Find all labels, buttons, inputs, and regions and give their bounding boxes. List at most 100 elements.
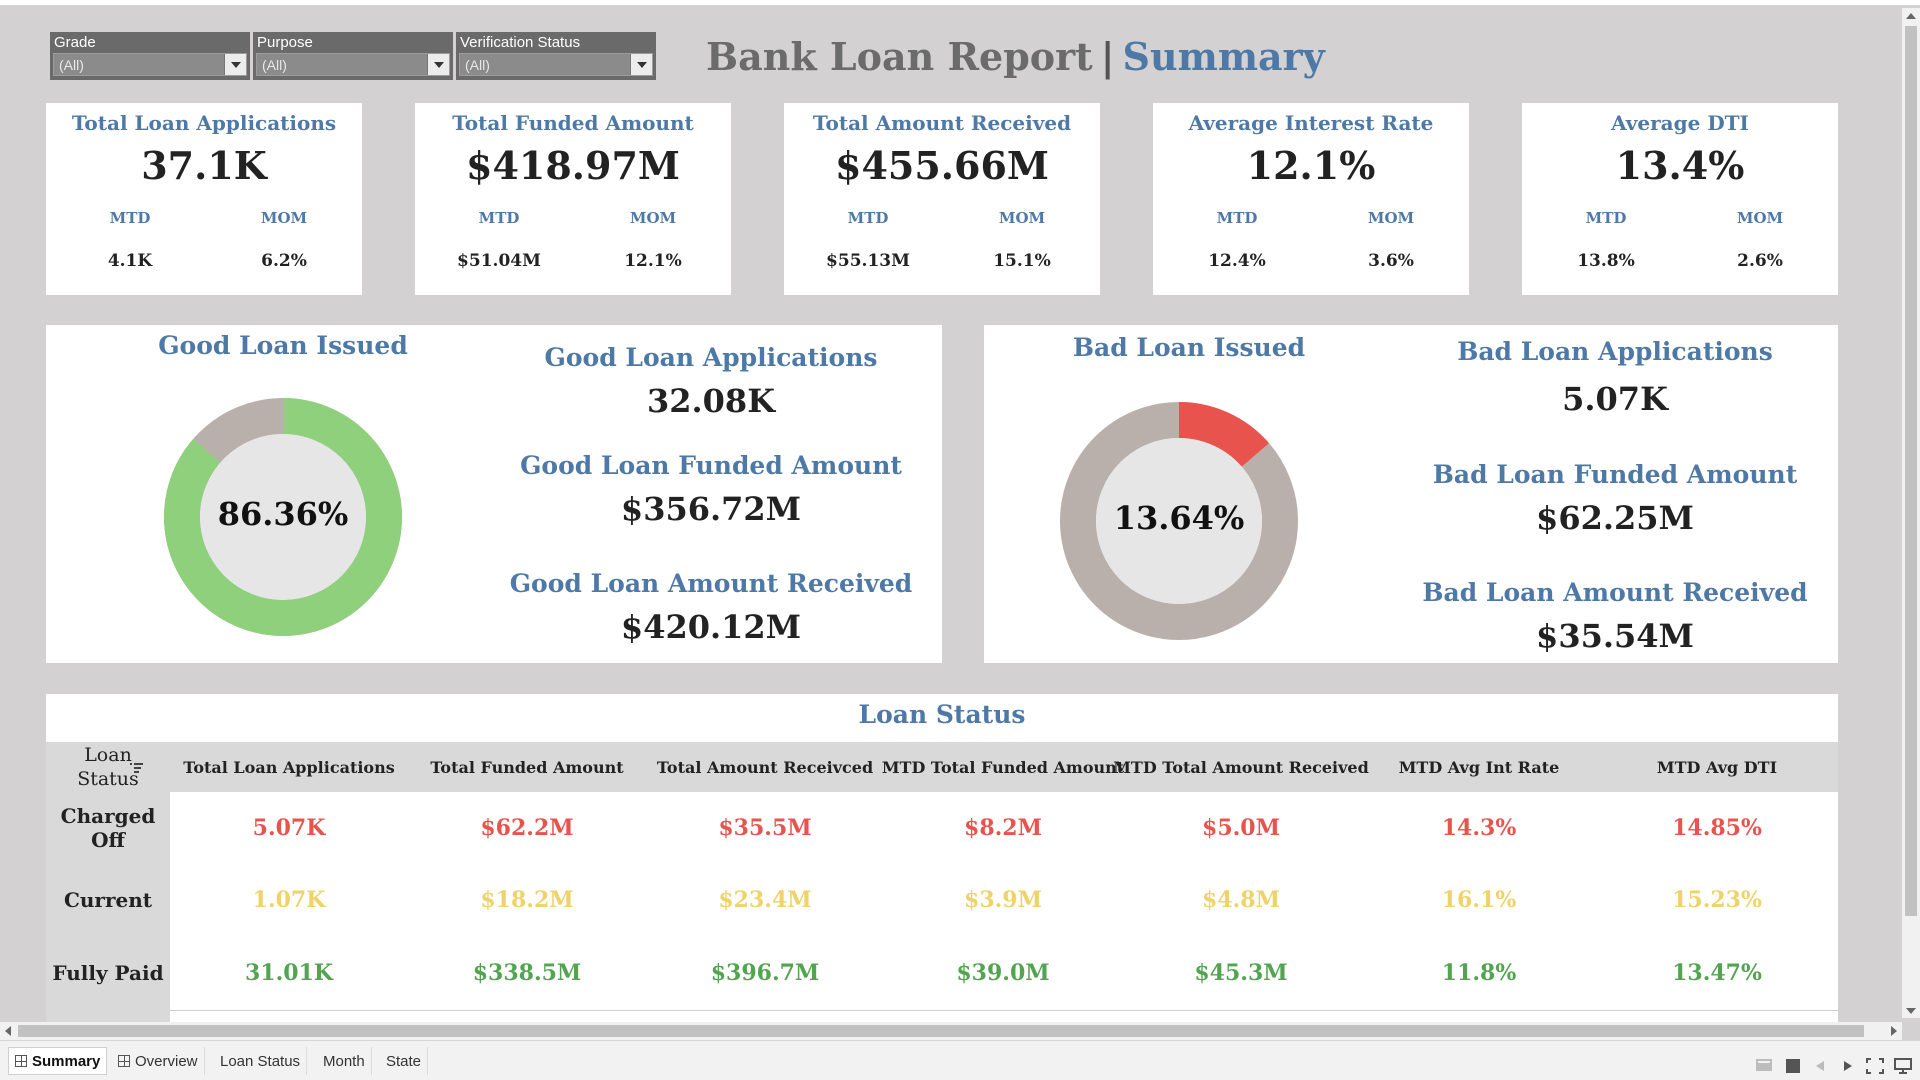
chevron-down-icon[interactable] — [427, 54, 449, 75]
mtd-label: MTD — [847, 209, 889, 227]
kpi-title: Total Amount Received — [812, 111, 1072, 135]
fullscreen-icon[interactable] — [1866, 1058, 1884, 1074]
top-border — [0, 0, 1920, 5]
table-cell: $4.8M — [1202, 887, 1280, 913]
mtd-value: $55.13M — [826, 251, 910, 271]
bad-loan-received-value: $35.54M — [1536, 617, 1694, 655]
filter-value: (All) — [262, 56, 287, 73]
tab-summary[interactable]: Summary — [8, 1047, 108, 1075]
mom-value: 3.6% — [1368, 251, 1414, 271]
scroll-down-icon[interactable] — [1906, 1008, 1916, 1014]
mtd-value: $51.04M — [457, 251, 541, 271]
table-cell: $18.2M — [480, 887, 574, 913]
kpi-value: 13.4% — [1615, 143, 1745, 188]
horizontal-scroll-thumb[interactable] — [18, 1025, 1864, 1037]
bad-loan-applications-label: Bad Loan Applications — [1457, 337, 1773, 366]
bad-loan-funded-label: Bad Loan Funded Amount — [1432, 460, 1798, 489]
column-header[interactable]: MTD Total Funded Amount — [882, 742, 1124, 792]
row-header-line: Loan — [84, 744, 132, 766]
table-cell: $23.4M — [718, 887, 812, 913]
table-header-row: Loan Status Total Loan Applications Tota… — [46, 742, 1838, 792]
kpi-value: 37.1K — [141, 143, 267, 188]
row-header-title[interactable]: Loan Status — [46, 742, 170, 792]
tab-label: Month — [323, 1052, 365, 1070]
next-sheet-icon[interactable] — [1844, 1061, 1852, 1071]
table-cell: $338.5M — [472, 960, 582, 986]
tab-state[interactable]: State — [380, 1047, 429, 1075]
bad-loan-funded-value: $62.25M — [1536, 499, 1694, 537]
mom-label: MOM — [1367, 209, 1415, 227]
column-header[interactable]: MTD Avg DTI — [1598, 742, 1836, 792]
good-loan-funded-label: Good Loan Funded Amount — [520, 451, 902, 480]
kpi-title: Total Funded Amount — [452, 111, 694, 135]
sheet-sorter-icon[interactable] — [1756, 1059, 1772, 1071]
verification-status-filter[interactable]: Verification Status (All) — [456, 32, 656, 80]
mom-value: 2.6% — [1737, 251, 1783, 271]
column-header[interactable]: MTD Avg Int Rate — [1360, 742, 1598, 792]
donut-percent: 86.36% — [217, 495, 349, 533]
table-cell: 16.1% — [1441, 887, 1517, 913]
table-cell: 1.07K — [252, 887, 326, 913]
good-loan-applications-label: Good Loan Applications — [544, 343, 878, 372]
mtd-value: 4.1K — [107, 251, 153, 271]
bad-loan-title: Bad Loan Issued — [1072, 333, 1306, 362]
report-title: Bank Loan Report — [706, 34, 1093, 79]
chevron-down-icon[interactable] — [224, 54, 246, 75]
column-header[interactable]: Total Amount Receivced — [646, 742, 884, 792]
dashboard-icon — [118, 1055, 130, 1067]
filter-label: Grade — [54, 34, 96, 51]
kpi-value: 12.1% — [1246, 143, 1376, 188]
column-header[interactable]: Total Loan Applications — [170, 742, 408, 792]
filter-value: (All) — [465, 56, 490, 73]
kpi-card-total-amount-received: Total Amount Received $455.66M MTD MOM $… — [784, 103, 1100, 295]
table-cell: $5.0M — [1202, 815, 1280, 841]
table-cell: $39.0M — [956, 960, 1050, 986]
filmstrip-icon[interactable] — [1786, 1059, 1800, 1073]
mtd-label: MTD — [478, 209, 520, 227]
tab-loan-status[interactable]: Loan Status — [214, 1047, 308, 1075]
column-header[interactable]: MTD Total Amount Received — [1113, 742, 1369, 792]
sort-icon[interactable] — [130, 762, 144, 774]
mom-label: MOM — [998, 209, 1046, 227]
row-label: Fully Paid — [52, 961, 164, 985]
column-header[interactable]: Total Funded Amount — [408, 742, 646, 792]
table-bottom-rule — [170, 1010, 1838, 1011]
table-cell: 14.85% — [1672, 815, 1762, 841]
table-cell: 14.3% — [1441, 815, 1517, 841]
title-separator: | — [1100, 34, 1115, 79]
tab-overview[interactable]: Overview — [112, 1047, 205, 1075]
table-title: Loan Status — [858, 700, 1026, 729]
report-subtitle: Summary — [1122, 34, 1325, 79]
mom-label: MOM — [260, 209, 308, 227]
kpi-value: $455.66M — [835, 143, 1049, 188]
tab-month[interactable]: Month — [317, 1047, 372, 1075]
horizontal-scrollbar[interactable] — [0, 1022, 1902, 1040]
kpi-value: $418.97M — [466, 143, 680, 188]
scroll-left-icon[interactable] — [5, 1026, 11, 1036]
filter-value: (All) — [59, 56, 84, 73]
table-cell: $62.2M — [480, 815, 574, 841]
bad-loan-panel: Bad Loan Issued 13.64% Bad Loan Applicat… — [984, 325, 1838, 663]
purpose-filter[interactable]: Purpose (All) — [253, 32, 453, 80]
mom-value: 15.1% — [993, 251, 1051, 271]
presentation-mode-icon[interactable] — [1894, 1058, 1912, 1074]
chevron-down-icon[interactable] — [630, 54, 652, 75]
purpose-dropdown[interactable]: (All) — [256, 53, 450, 76]
scroll-up-icon[interactable] — [1906, 13, 1916, 19]
mom-label: MOM — [1736, 209, 1784, 227]
kpi-title: Average DTI — [1611, 111, 1749, 135]
mtd-value: 13.8% — [1577, 251, 1635, 271]
page-title: Bank Loan Report | Summary — [706, 34, 1325, 79]
verification-status-dropdown[interactable]: (All) — [459, 53, 653, 76]
scroll-right-icon[interactable] — [1891, 1026, 1897, 1036]
row-label: Current — [63, 888, 153, 912]
previous-sheet-icon[interactable] — [1816, 1061, 1824, 1071]
vertical-scroll-thumb[interactable] — [1905, 26, 1917, 916]
loan-status-table: Loan Status Loan Status Total Loan Appli… — [46, 694, 1838, 1024]
grade-dropdown[interactable]: (All) — [53, 53, 247, 76]
mom-value: 12.1% — [624, 251, 682, 271]
tab-label: State — [386, 1052, 422, 1070]
grade-filter[interactable]: Grade (All) — [50, 32, 250, 80]
vertical-scrollbar[interactable] — [1902, 8, 1920, 1018]
filter-label: Verification Status — [460, 34, 581, 51]
